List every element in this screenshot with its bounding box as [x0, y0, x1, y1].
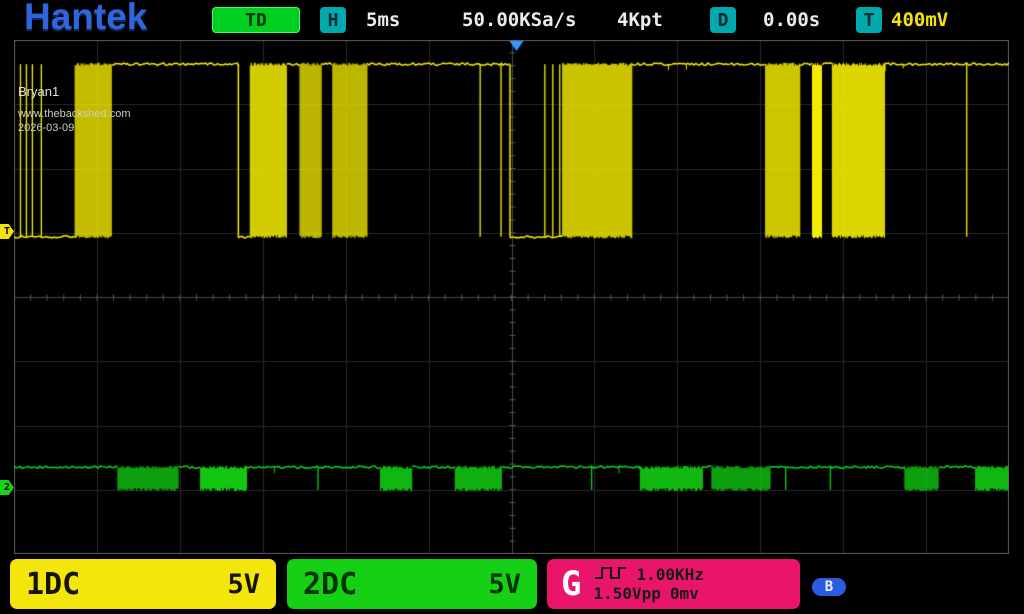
ch2-reference-marker: 2	[0, 480, 14, 495]
ch1-scale-value: 5V	[227, 569, 260, 600]
square-wave-icon	[593, 565, 627, 585]
trigger-level-value: 400mV	[891, 9, 948, 31]
generator-amplitude: 1.50Vpp	[593, 585, 660, 603]
generator-details: 1.00KHz 1.50Vpp 0mv	[593, 565, 703, 604]
trigger-status-badge: TD	[212, 7, 300, 33]
memory-depth-value: 4Kpt	[617, 9, 663, 31]
generator-offset: 0mv	[670, 585, 699, 603]
ch2-coupling-label: 2DC	[303, 567, 357, 602]
horizontal-offset-value: 0.00s	[763, 9, 820, 31]
trigger-level-marker: T	[0, 224, 14, 239]
channel-bar: 1DC 5V 2DC 5V G 1.00KHz 1.50Vpp	[0, 554, 1024, 614]
ch2-info-box: 2DC 5V	[287, 559, 537, 609]
watermark-site: www.thebackshed.com	[18, 108, 131, 120]
sample-rate-value: 50.00KSa/s	[462, 9, 576, 31]
watermark: Bryan1 www.thebackshed.com 2026-03-09	[18, 84, 131, 134]
b-indicator: B	[812, 578, 846, 596]
generator-label: G	[561, 564, 581, 604]
oscilloscope-screen: Hantek TD H 5ms 50.00KSa/s 4Kpt D 0.00s …	[0, 0, 1024, 614]
brand-logo: Hantek	[24, 0, 147, 38]
delay-badge-icon: D	[710, 7, 736, 33]
watermark-username: Bryan1	[18, 84, 131, 99]
ch1-coupling-label: 1DC	[26, 567, 80, 602]
timebase-value: 5ms	[366, 9, 400, 31]
graticule-area: Bryan1 www.thebackshed.com 2026-03-09 T …	[14, 40, 1009, 554]
status-bar: Hantek TD H 5ms 50.00KSa/s 4Kpt D 0.00s …	[0, 0, 1024, 40]
trigger-badge-icon: T	[856, 7, 882, 33]
generator-info-box: G 1.00KHz 1.50Vpp 0mv	[547, 559, 800, 609]
waveform-display	[14, 40, 1009, 554]
horizontal-badge-icon: H	[320, 7, 346, 33]
ch2-scale-value: 5V	[488, 569, 521, 600]
generator-frequency: 1.00KHz	[636, 566, 703, 584]
watermark-date: 2026-03-09	[18, 122, 131, 134]
ch1-info-box: 1DC 5V	[10, 559, 276, 609]
